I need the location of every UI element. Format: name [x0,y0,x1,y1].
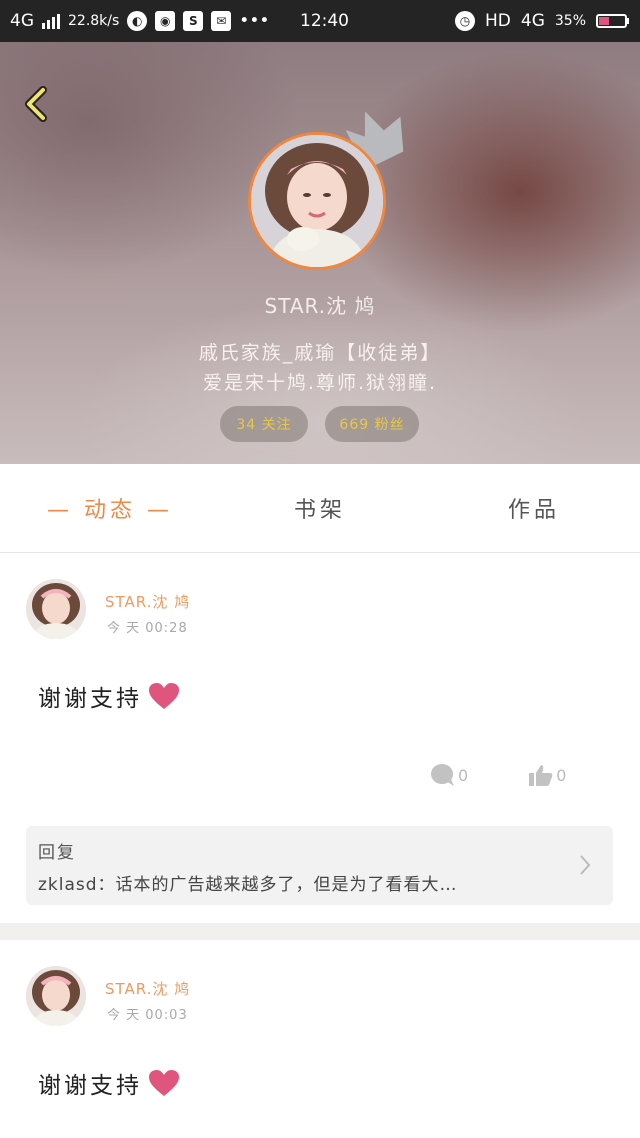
post-text: 谢谢支持 [38,686,142,712]
post-author-name[interactable]: STAR.沈 鸠 [105,591,190,612]
s-app-icon: S [183,11,204,31]
thumbs-up-icon [529,765,553,786]
alarm-icon: ◷ [455,11,475,31]
feed-post: STAR.沈 鸠 今 天 00:28 谢谢支持 0 0 回复 zklasd：话本… [0,553,640,923]
tab-works[interactable]: 作品 [454,464,614,552]
tab-bookshelf[interactable]: 书架 [240,464,400,552]
mail-icon: ✉ [211,11,232,31]
network-label: 4G [10,11,34,31]
profile-tabs: — 动态 — 书架 作品 [0,464,640,553]
reply-preview[interactable]: 回复 zklasd：话本的广告越来越多了，但是为了看看大… [26,826,613,905]
profile-username: STAR.沈 鸠 [264,294,376,318]
app-notification-icon: ◐ [127,11,148,31]
status-bar: 4G 22.8k/s ◐ ◉ S ✉ ••• 12:40 ◷ HD 4G 35% [0,0,640,42]
network2-label: 4G [520,11,545,31]
profile-header: STAR.沈 鸠 戚氏家族_戚瑜【收徒弟】 爱是宋十鸠.尊师.狱翎瞳. 34 关… [0,42,640,464]
post-content: 谢谢支持 [38,1066,180,1100]
following-count-button[interactable]: 34 关注 [220,406,308,442]
more-notifications-icon: ••• [239,11,270,31]
chevron-right-icon [580,855,591,875]
reply-title: 回复 [38,843,76,863]
followers-count-button[interactable]: 669 粉丝 [325,406,419,442]
heart-icon [149,683,179,709]
comment-icon [431,764,454,786]
post-divider [0,923,640,940]
back-arrow-icon[interactable] [18,84,58,124]
post-author-avatar[interactable] [26,966,86,1026]
profile-avatar[interactable] [248,132,386,270]
profile-bio-line1: 戚氏家族_戚瑜【收徒弟】 [198,342,442,364]
reply-text: zklasd：话本的广告越来越多了，但是为了看看大… [38,875,458,895]
post-author-avatar[interactable] [26,579,86,639]
post-timestamp: 今 天 00:03 [107,1008,188,1023]
heart-icon [149,1070,179,1096]
feed-post: STAR.沈 鸠 今 天 00:03 谢谢支持 [0,940,640,1138]
profile-bio-line2: 爱是宋十鸠.尊师.狱翎瞳. [202,372,438,394]
signal-icon [42,13,60,29]
comment-count: 0 [458,765,469,785]
comment-button[interactable]: 0 [430,763,468,787]
hd-label: HD [485,11,511,31]
clock: 12:40 [300,11,349,31]
post-text: 谢谢支持 [38,1073,142,1099]
tab-dynamics[interactable]: — 动态 — [30,464,190,552]
post-actions: 0 0 [430,763,566,787]
browser-notification-icon: ◉ [155,11,176,31]
battery-icon [596,14,629,28]
like-button[interactable]: 0 [528,763,566,787]
post-author-name[interactable]: STAR.沈 鸠 [105,978,190,999]
like-count: 0 [556,765,567,785]
post-content: 谢谢支持 [38,679,180,713]
speed-label: 22.8k/s [68,13,120,29]
battery-label: 35% [554,13,586,29]
post-timestamp: 今 天 00:28 [107,621,188,636]
